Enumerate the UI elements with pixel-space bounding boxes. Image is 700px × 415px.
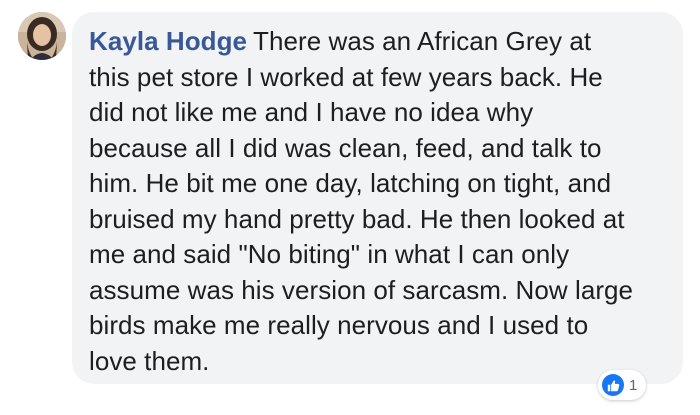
comment-body: Kayla Hodge There was an African Grey at …: [89, 24, 665, 379]
avatar[interactable]: [18, 12, 66, 60]
reaction-count: 1: [629, 376, 638, 394]
avatar-photo: [18, 12, 66, 60]
comment-text: There was an African Grey at this pet st…: [89, 26, 634, 376]
comment: Kayla Hodge There was an African Grey at …: [0, 0, 700, 415]
like-icon: [602, 374, 624, 396]
author-name-link[interactable]: Kayla Hodge: [89, 26, 247, 56]
reaction-summary[interactable]: 1: [598, 370, 647, 400]
comment-bubble: Kayla Hodge There was an African Grey at …: [72, 12, 683, 384]
